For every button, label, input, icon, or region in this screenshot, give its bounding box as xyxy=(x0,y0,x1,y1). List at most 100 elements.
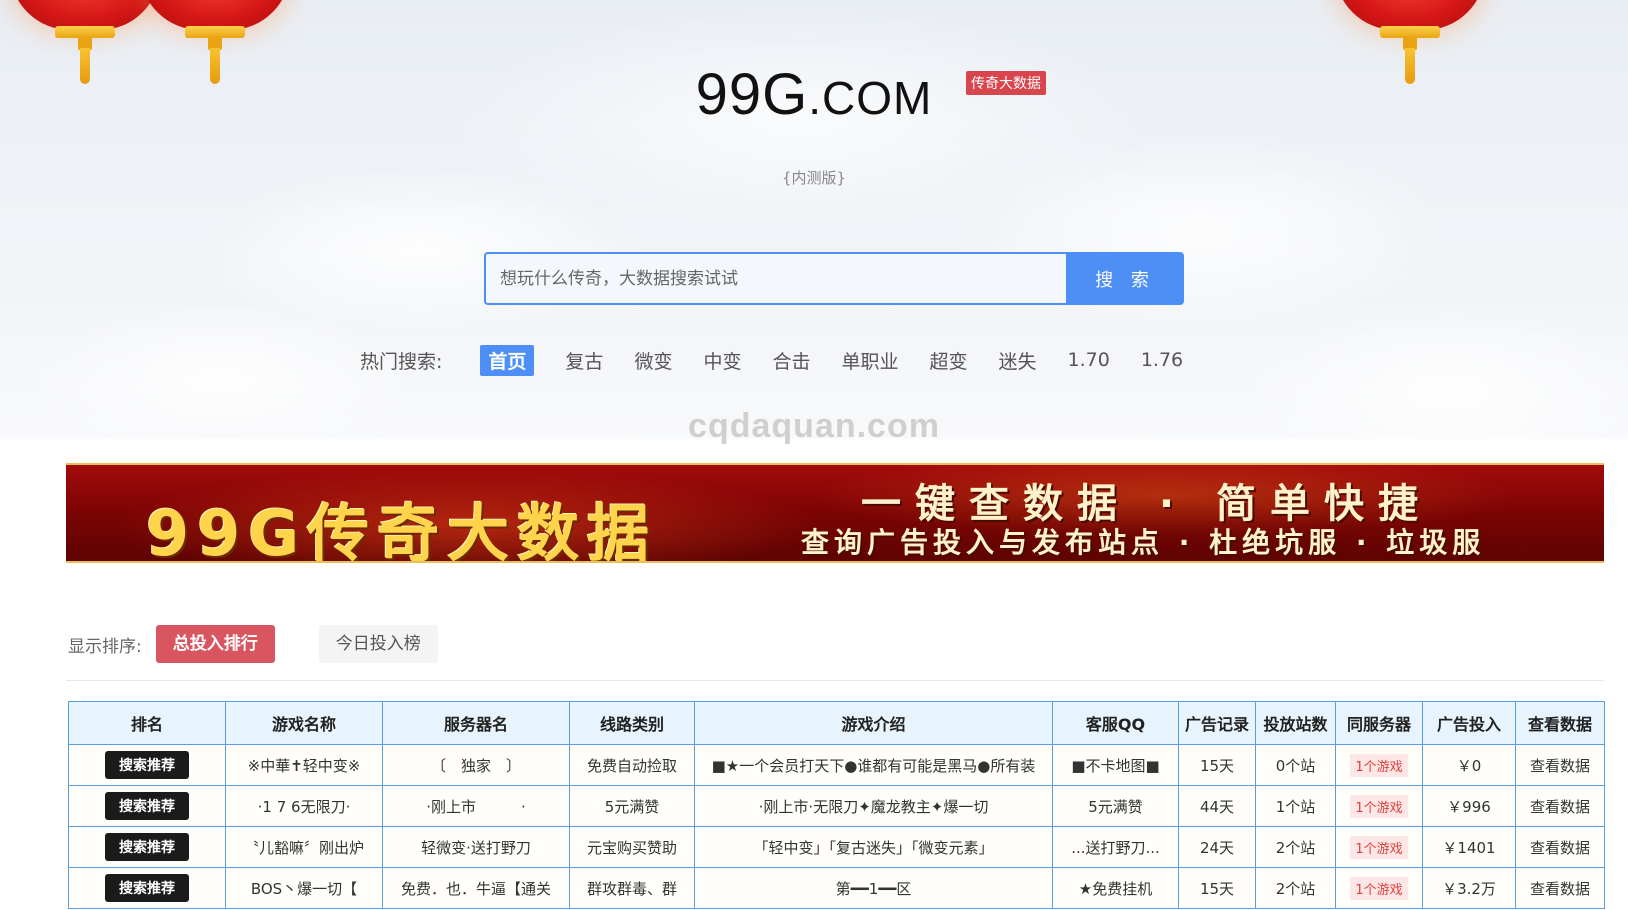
logo-area: 99G.COM xyxy=(0,60,1628,133)
col-same-server: 同服务器 xyxy=(1335,701,1423,745)
same-server-badge[interactable]: 1个游戏 xyxy=(1350,835,1408,859)
view-data-link[interactable]: 查看数据 xyxy=(1515,744,1605,786)
ad-investment-cell: ￥996 xyxy=(1422,785,1516,827)
hot-tag-lost[interactable]: 迷失 xyxy=(999,347,1037,374)
col-game-name: 游戏名称 xyxy=(225,701,383,745)
hot-tag-176[interactable]: 1.76 xyxy=(1141,349,1183,371)
lantern-decoration xyxy=(140,0,290,84)
game-name-cell[interactable]: ·1 7 6无限刀· xyxy=(225,785,383,827)
same-server-badge[interactable]: 1个游戏 xyxy=(1350,794,1408,818)
ad-record-cell: 15天 xyxy=(1178,744,1256,786)
line-type-cell: 元宝购买赞助 xyxy=(569,826,695,868)
table-row[interactable]: 搜索推荐 〝儿豁嘛〞刚出炉 轻微变·送打野刀 元宝购买赞助 「轻中变」「复古迷失… xyxy=(68,826,1605,868)
sort-total-investment-button[interactable]: 总投入排行 xyxy=(155,625,275,663)
hot-tag-mid[interactable]: 中变 xyxy=(703,347,741,374)
search-recommend-badge[interactable]: 搜索推荐 xyxy=(105,751,189,779)
search-recommend-badge[interactable]: 搜索推荐 xyxy=(105,792,189,820)
banner-tagline: 查询广告投入与发布站点 · 杜绝坑服 · 垃圾服 xyxy=(801,526,1486,559)
same-server-cell: 1个游戏 xyxy=(1335,867,1423,909)
table-header-row: 排名 游戏名称 服务器名 线路类别 游戏介绍 客服QQ 广告记录 投放站数 同服… xyxy=(68,701,1605,745)
game-intro-cell: 「轻中变」「复古迷失」「微变元素」 xyxy=(694,826,1053,868)
hot-tag-home[interactable]: 首页 xyxy=(480,344,535,376)
qq-cell: ■不卡地图■ xyxy=(1052,744,1179,786)
table-row[interactable]: 搜索推荐 ·1 7 6无限刀· ·刚上市 · 5元满赞 ·刚上市·无限刀✦魔龙教… xyxy=(68,785,1605,827)
server-name-cell: ·刚上市 · xyxy=(382,785,570,827)
sort-label: 显示排序: xyxy=(68,636,142,657)
server-name-cell: 轻微变·送打野刀 xyxy=(382,826,570,868)
ranking-table: 排名 游戏名称 服务器名 线路类别 游戏介绍 客服QQ 广告记录 投放站数 同服… xyxy=(68,701,1605,909)
same-server-badge[interactable]: 1个游戏 xyxy=(1350,753,1408,777)
site-count-cell: 2个站 xyxy=(1255,867,1336,909)
game-name-cell[interactable]: 〝儿豁嘛〞刚出炉 xyxy=(225,826,383,868)
rank-cell: 搜索推荐 xyxy=(68,785,226,827)
col-view-data: 查看数据 xyxy=(1515,701,1605,745)
same-server-cell: 1个游戏 xyxy=(1335,826,1423,868)
server-name-cell: 免费．也．牛逼【通关 xyxy=(382,867,570,909)
line-type-cell: 群攻群毒、群 xyxy=(569,867,695,909)
qq-cell: 5元满赞 xyxy=(1052,785,1179,827)
same-server-cell: 1个游戏 xyxy=(1335,744,1423,786)
col-game-intro: 游戏介绍 xyxy=(694,701,1053,745)
ad-investment-cell: ￥0 xyxy=(1422,744,1516,786)
ad-investment-cell: ￥3.2万 xyxy=(1422,867,1516,909)
same-server-badge[interactable]: 1个游戏 xyxy=(1350,876,1408,900)
view-data-link[interactable]: 查看数据 xyxy=(1515,785,1605,827)
divider xyxy=(66,680,1604,681)
logo-suffix: .COM xyxy=(808,72,933,124)
logo-badge: 传奇大数据 xyxy=(966,71,1046,95)
sort-today-investment-button[interactable]: 今日投入榜 xyxy=(318,625,438,663)
ad-record-cell: 24天 xyxy=(1178,826,1256,868)
game-name-cell[interactable]: BOS丶爆一切【 xyxy=(225,867,383,909)
view-data-link[interactable]: 查看数据 xyxy=(1515,867,1605,909)
line-type-cell: 5元满赞 xyxy=(569,785,695,827)
col-ad-record: 广告记录 xyxy=(1178,701,1256,745)
line-type-cell: 免费自动捡取 xyxy=(569,744,695,786)
game-intro-cell: 第━━1━━区 xyxy=(694,867,1053,909)
site-count-cell: 0个站 xyxy=(1255,744,1336,786)
col-rank: 排名 xyxy=(68,701,226,745)
lantern-decoration xyxy=(1335,0,1485,84)
ad-record-cell: 44天 xyxy=(1178,785,1256,827)
qq-cell: ★免费挂机 xyxy=(1052,867,1179,909)
hot-search-label: 热门搜索: xyxy=(360,350,443,373)
rank-cell: 搜索推荐 xyxy=(68,867,226,909)
same-server-cell: 1个游戏 xyxy=(1335,785,1423,827)
hot-tag-super[interactable]: 超变 xyxy=(930,347,968,374)
sort-bar: 显示排序: 总投入排行 今日投入榜 xyxy=(68,625,438,663)
banner-title: 99G传奇大数据 xyxy=(146,497,658,563)
promo-banner[interactable]: 99G传奇大数据 一键查数据 · 简单快捷 查询广告投入与发布站点 · 杜绝坑服… xyxy=(66,463,1604,563)
qq-cell: ...送打野刀... xyxy=(1052,826,1179,868)
search-button[interactable]: 搜 索 xyxy=(1066,252,1184,305)
watermark: cqdaquan.com xyxy=(688,407,940,445)
game-name-cell[interactable]: ※中華✝轻中变※ xyxy=(225,744,383,786)
col-site-count: 投放站数 xyxy=(1255,701,1336,745)
game-intro-cell: ·刚上市·无限刀✦魔龙教主✦爆一切 xyxy=(694,785,1053,827)
hot-tag-170[interactable]: 1.70 xyxy=(1068,349,1110,371)
site-count-cell: 1个站 xyxy=(1255,785,1336,827)
site-count-cell: 2个站 xyxy=(1255,826,1336,868)
search-recommend-badge[interactable]: 搜索推荐 xyxy=(105,833,189,861)
search-input[interactable] xyxy=(484,252,1066,305)
col-line-type: 线路类别 xyxy=(569,701,695,745)
lantern-decoration xyxy=(10,0,160,84)
table-row[interactable]: 搜索推荐 BOS丶爆一切【 免费．也．牛逼【通关 群攻群毒、群 第━━1━━区 … xyxy=(68,867,1605,909)
game-intro-cell: ■★一个会员打天下●谁都有可能是黑马●所有装 xyxy=(694,744,1053,786)
hot-tag-combo[interactable]: 合击 xyxy=(772,347,810,374)
rank-cell: 搜索推荐 xyxy=(68,826,226,868)
hot-search-bar: 热门搜索: 首页 复古 微变 中变 合击 单职业 超变 迷失 1.70 1.76 xyxy=(360,344,1214,376)
search-recommend-badge[interactable]: 搜索推荐 xyxy=(105,874,189,902)
rank-cell: 搜索推荐 xyxy=(68,744,226,786)
version-subtitle: {内测版} xyxy=(781,169,847,187)
hot-tag-micro[interactable]: 微变 xyxy=(634,347,672,374)
view-data-link[interactable]: 查看数据 xyxy=(1515,826,1605,868)
logo-main: 99G xyxy=(695,62,809,127)
server-name-cell: 〔 独家 〕 xyxy=(382,744,570,786)
col-ad-investment: 广告投入 xyxy=(1422,701,1516,745)
table-row[interactable]: 搜索推荐 ※中華✝轻中变※ 〔 独家 〕 免费自动捡取 ■★一个会员打天下●谁都… xyxy=(68,744,1605,786)
ad-investment-cell: ￥1401 xyxy=(1422,826,1516,868)
ad-record-cell: 15天 xyxy=(1178,867,1256,909)
site-logo[interactable]: 99G.COM xyxy=(696,60,933,133)
col-server-name: 服务器名 xyxy=(382,701,570,745)
hot-tag-single-class[interactable]: 单职业 xyxy=(841,347,898,374)
hot-tag-retro[interactable]: 复古 xyxy=(565,347,603,374)
